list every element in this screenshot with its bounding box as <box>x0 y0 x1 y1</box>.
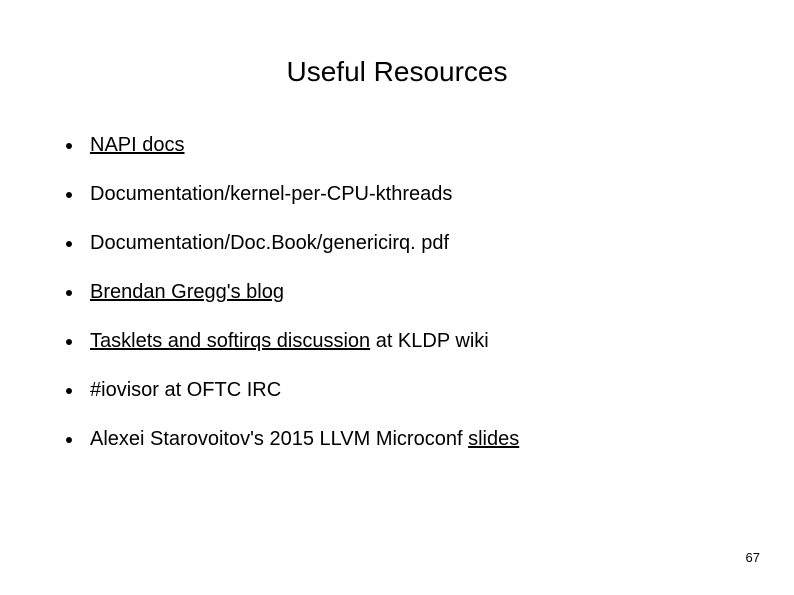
slide: Useful Resources NAPI docs Documentation/… <box>0 0 794 595</box>
resource-link[interactable]: NAPI docs <box>90 134 184 156</box>
list-item-text: Brendan Gregg's blog <box>90 279 284 306</box>
resource-link[interactable]: Tasklets and softirqs discussion <box>90 330 370 352</box>
bullet-icon <box>66 388 72 394</box>
text-span: Documentation/Doc.Book/genericirq. pdf <box>90 232 449 254</box>
text-span: #iovisor at OFTC IRC <box>90 379 281 401</box>
list-item: Documentation/kernel-per-CPU-kthreads <box>66 181 726 208</box>
resource-link[interactable]: slides <box>468 428 519 450</box>
bullet-icon <box>66 437 72 443</box>
bullet-icon <box>66 143 72 149</box>
list-item: Brendan Gregg's blog <box>66 279 726 306</box>
list-item: Alexei Starovoitov's 2015 LLVM Microconf… <box>66 426 726 453</box>
resource-link[interactable]: Brendan Gregg's blog <box>90 281 284 303</box>
bullet-icon <box>66 241 72 247</box>
list-item-text: #iovisor at OFTC IRC <box>90 377 281 404</box>
list-item-text: Tasklets and softirqs discussion at KLDP… <box>90 328 489 355</box>
list-item: Documentation/Doc.Book/genericirq. pdf <box>66 230 726 257</box>
bullet-icon <box>66 339 72 345</box>
page-number: 67 <box>746 550 760 565</box>
bullet-icon <box>66 192 72 198</box>
list-item: Tasklets and softirqs discussion at KLDP… <box>66 328 726 355</box>
list-item-text: Documentation/kernel-per-CPU-kthreads <box>90 181 452 208</box>
list-item-text: NAPI docs <box>90 132 184 159</box>
bullet-icon <box>66 290 72 296</box>
list-item: NAPI docs <box>66 132 726 159</box>
slide-title: Useful Resources <box>0 56 794 88</box>
list-item: #iovisor at OFTC IRC <box>66 377 726 404</box>
list-item-text: Alexei Starovoitov's 2015 LLVM Microconf… <box>90 426 519 453</box>
text-span: Documentation/kernel-per-CPU-kthreads <box>90 183 452 205</box>
text-span: Alexei Starovoitov's 2015 LLVM Microconf <box>90 428 468 450</box>
text-span: at KLDP wiki <box>370 330 489 352</box>
list-item-text: Documentation/Doc.Book/genericirq. pdf <box>90 230 449 257</box>
bullet-list: NAPI docs Documentation/kernel-per-CPU-kt… <box>66 132 726 475</box>
